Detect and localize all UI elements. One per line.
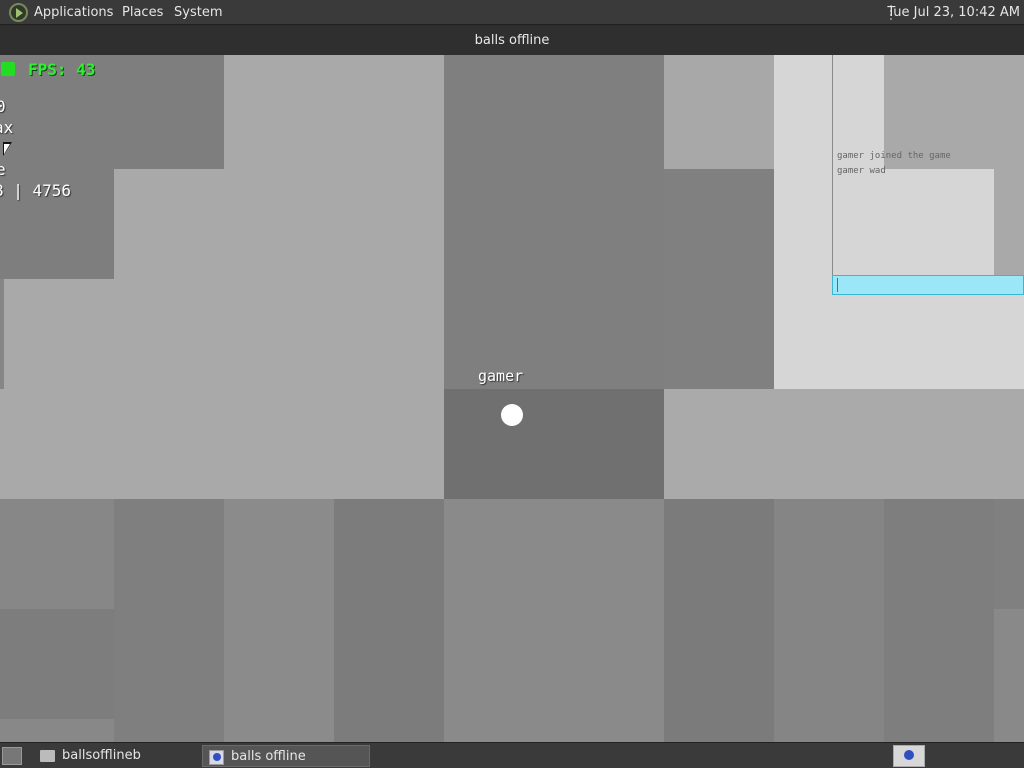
top-panel: Applications Places System Tue Jul 23, 1… bbox=[0, 0, 1024, 25]
taskbar-item-label: balls offline bbox=[231, 749, 306, 764]
map-tile bbox=[334, 499, 444, 742]
map-tile bbox=[664, 55, 774, 169]
window-titlebar[interactable]: balls offline bbox=[0, 26, 1024, 55]
hud-line: 8 | 4756 bbox=[0, 181, 72, 200]
chat-message: gamer joined the game bbox=[837, 151, 951, 161]
hud-line: e bbox=[0, 160, 6, 179]
clock[interactable]: Tue Jul 23, 10:42 AM bbox=[887, 0, 1020, 25]
game-icon bbox=[209, 750, 224, 765]
game-viewport[interactable]: FPS: 43 0 ax e 8 | 4756 gamer gamer join… bbox=[0, 55, 1024, 742]
map-tile bbox=[884, 499, 994, 742]
map-tile bbox=[224, 499, 334, 742]
taskbar-item-balls-offline[interactable]: balls offline bbox=[202, 745, 370, 767]
chat-panel: gamer joined the game gamer wad bbox=[832, 55, 1024, 294]
map-tile bbox=[0, 609, 114, 719]
tray-game-icon[interactable] bbox=[893, 745, 925, 767]
chat-message: gamer wad bbox=[837, 166, 886, 176]
map-tile bbox=[774, 499, 884, 742]
map-tile bbox=[114, 499, 224, 742]
map-tile bbox=[994, 609, 1024, 742]
taskbar: ballsofflineb balls offline bbox=[0, 742, 1024, 768]
map-tile bbox=[444, 55, 664, 389]
map-tile bbox=[664, 499, 774, 742]
folder-icon bbox=[40, 750, 55, 762]
map-tile bbox=[444, 389, 664, 499]
map-tile bbox=[444, 499, 664, 742]
menu-system[interactable]: System bbox=[174, 0, 222, 25]
map-tile bbox=[0, 499, 114, 609]
menu-applications[interactable]: Applications bbox=[34, 0, 113, 25]
taskbar-item-label: ballsofflineb bbox=[62, 748, 141, 763]
menu-places[interactable]: Places bbox=[122, 0, 163, 25]
app-menu-logo-icon[interactable] bbox=[9, 3, 28, 22]
map-tile bbox=[664, 169, 774, 389]
show-desktop-icon[interactable] bbox=[2, 747, 22, 765]
taskbar-item-ballsofflineb[interactable]: ballsofflineb bbox=[34, 745, 199, 767]
player-ball bbox=[501, 404, 523, 426]
hud-line: 0 bbox=[0, 97, 6, 116]
map-tile bbox=[4, 279, 444, 389]
player-name-label: gamer bbox=[478, 367, 524, 385]
mouse-cursor-icon bbox=[3, 142, 12, 156]
map-tile bbox=[114, 169, 444, 279]
text-caret bbox=[837, 278, 838, 292]
map-tile bbox=[0, 389, 444, 499]
chat-input[interactable] bbox=[832, 275, 1024, 295]
map-tile bbox=[664, 389, 1024, 499]
hud-line: ax bbox=[0, 118, 14, 137]
map-tile bbox=[224, 55, 444, 169]
map-tile bbox=[994, 499, 1024, 609]
fps-counter: FPS: 43 bbox=[28, 60, 96, 79]
map-tile bbox=[0, 719, 114, 742]
fps-indicator-icon bbox=[1, 62, 15, 76]
